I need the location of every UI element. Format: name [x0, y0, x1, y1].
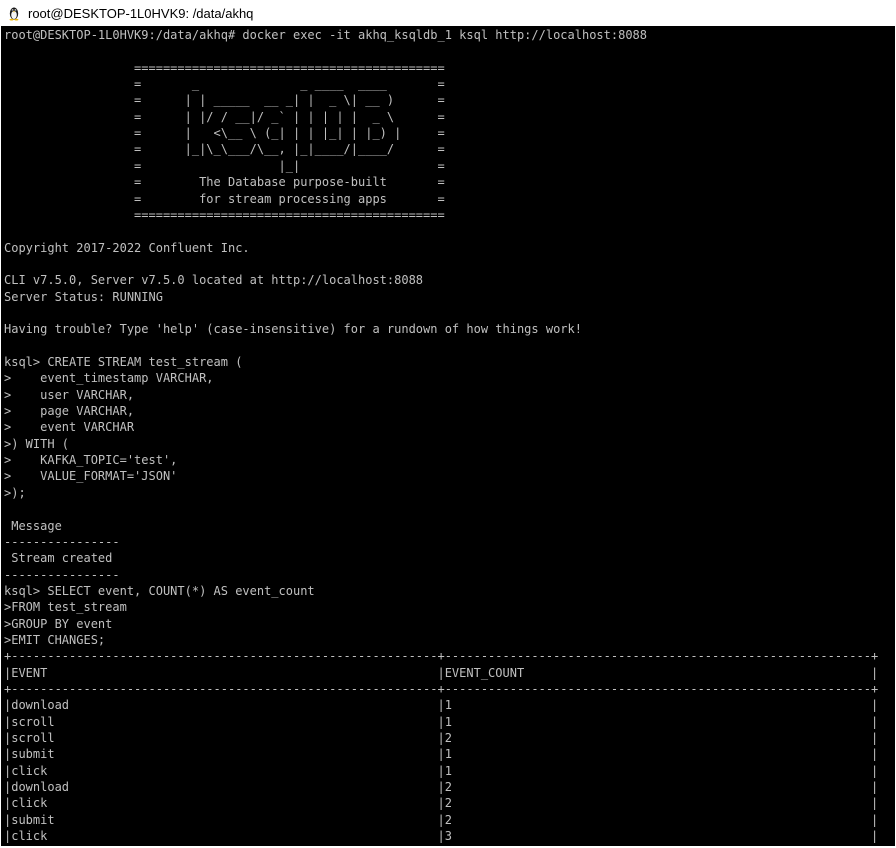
terminal-line: |download |2 | — [4, 780, 879, 795]
terminal-line: = The Database purpose-built = — [4, 175, 445, 190]
window-title: root@DESKTOP-1L0HVK9: /data/akhq — [28, 5, 254, 21]
terminal-line: ksql> SELECT event, COUNT(*) AS event_co… — [4, 583, 315, 598]
terminal-line: = |_|\_\___/\__, |_|____/|____/ = — [4, 142, 445, 157]
terminal-line: = |_| = — [4, 158, 445, 173]
terminal-line: +---------------------------------------… — [4, 682, 879, 696]
terminal-line: |click |2 | — [4, 796, 879, 811]
terminal-line: > VALUE_FORMAT='JSON' — [4, 469, 178, 484]
linux-tux-icon — [9, 7, 19, 21]
terminal-line: ---------------- — [4, 567, 120, 582]
terminal-line: = | <\__ \ (_| | | |_| | |_) | = — [4, 126, 445, 141]
terminal-line: +---------------------------------------… — [4, 649, 879, 664]
terminal-line: >FROM test_stream — [4, 600, 127, 615]
terminal-line: |scroll |2 | — [4, 731, 879, 746]
terminal-window: root@DESKTOP-1L0HVK9: /data/akhq root@DE… — [0, 0, 896, 848]
terminal-line: root@DESKTOP-1L0HVK9:/data/akhq# docker … — [4, 28, 647, 42]
terminal-line: > event VARCHAR — [4, 420, 135, 435]
terminal-line: >GROUP BY event — [4, 616, 113, 631]
terminal-line: ========================================… — [4, 60, 445, 75]
window-titlebar[interactable]: root@DESKTOP-1L0HVK9: /data/akhq — [0, 0, 896, 26]
terminal-line: |click |3 | — [4, 829, 879, 844]
terminal-line: Having trouble? Type 'help' (case-insens… — [4, 322, 582, 337]
terminal-line: > user VARCHAR, — [4, 387, 135, 402]
terminal-line: |submit |1 | — [4, 747, 879, 762]
terminal-line: |submit |2 | — [4, 812, 879, 827]
terminal-line: > event_timestamp VARCHAR, — [4, 371, 214, 386]
terminal-line: CLI v7.5.0, Server v7.5.0 located at htt… — [4, 273, 424, 288]
terminal-line: Copyright 2017-2022 Confluent Inc. — [4, 240, 250, 255]
terminal-line: = for stream processing apps = — [4, 191, 445, 206]
terminal-line: Message — [4, 518, 62, 533]
terminal-line: |click |1 | — [4, 763, 879, 778]
terminal-line: |download |1 | — [4, 698, 879, 713]
terminal-line: = _ _ ____ ____ = — [4, 77, 445, 92]
terminal-line: = | | _____ __ _| | _ \| __ ) = — [4, 93, 445, 108]
terminal-line: |EVENT |EVENT_COUNT | — [4, 665, 879, 680]
terminal-line: = | |/ / __|/ _` | | | | | _ \ = — [4, 109, 445, 124]
terminal-line: > page VARCHAR, — [4, 404, 135, 419]
terminal-line: Server Status: RUNNING — [4, 289, 163, 304]
terminal-line: ---------------- — [4, 534, 120, 549]
terminal-line: > KAFKA_TOPIC='test', — [4, 453, 178, 468]
terminal-line: >EMIT CHANGES; — [4, 632, 106, 647]
terminal-line: ========================================… — [4, 207, 445, 222]
terminal-line: Stream created — [4, 551, 113, 566]
terminal-line: |scroll |1 | — [4, 714, 879, 729]
terminal-line: >); — [4, 485, 26, 500]
terminal-line: ksql> CREATE STREAM test_stream ( — [4, 355, 243, 369]
terminal-output[interactable]: root@DESKTOP-1L0HVK9:/data/akhq# docker … — [1, 26, 895, 846]
terminal-line: >) WITH ( — [4, 436, 70, 451]
